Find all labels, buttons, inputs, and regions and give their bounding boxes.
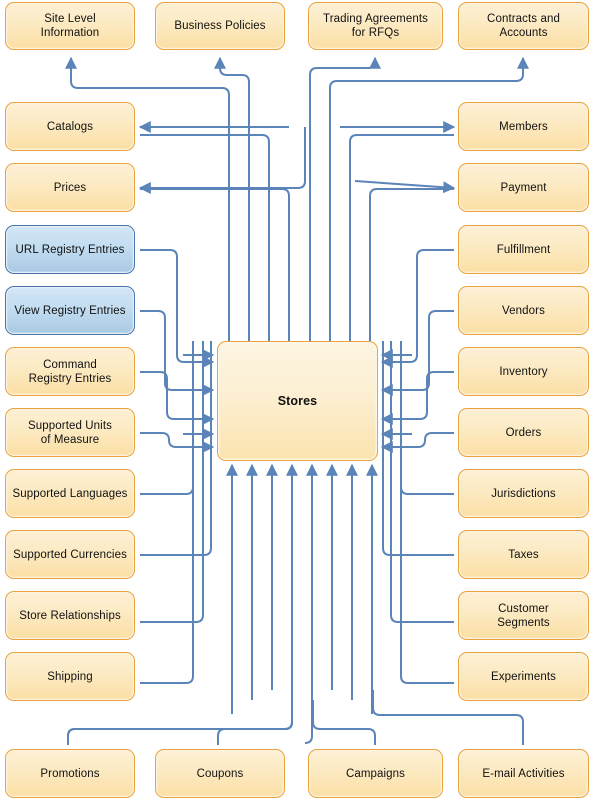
edge-inventory-to-hub <box>380 371 454 425</box>
edge-hub-top-riser-c <box>349 134 454 341</box>
node-taxes[interactable]: Taxes <box>458 530 589 579</box>
node-trading-agreements-for-rfqs-label: Trading Agreements for RFQs <box>323 13 428 39</box>
node-supported-languages[interactable]: Supported Languages <box>5 469 135 518</box>
node-url-registry-entries[interactable]: URL Registry Entries <box>5 225 135 274</box>
edge-customer-segments-to-hub <box>390 341 454 623</box>
node-shipping-label: Shipping <box>47 670 93 683</box>
node-supported-units-of-measure-label: Supported Units of Measure <box>28 419 112 446</box>
node-members-label: Members <box>499 120 548 133</box>
edge-supported-languages-to-hub <box>140 341 194 495</box>
edge-campaigns-to-hub <box>312 700 376 745</box>
edge-hub-top-riser-b <box>140 188 290 341</box>
edge-supported-currencies-to-hub <box>140 341 212 556</box>
node-customer-segments-label: Customer Segments <box>497 602 550 629</box>
node-experiments-label: Experiments <box>490 670 556 683</box>
node-trading-agreements-for-rfqs[interactable]: Trading Agreements for RFQs <box>308 2 443 50</box>
edge-command-registry-entries-to-hub <box>140 371 215 425</box>
node-prices-label: Prices <box>53 181 87 194</box>
node-campaigns[interactable]: Campaigns <box>308 749 443 798</box>
node-command-registry-entries[interactable]: Command Registry Entries <box>5 347 135 396</box>
edge-orders-to-hub <box>380 432 454 453</box>
node-promotions[interactable]: Promotions <box>5 749 135 798</box>
node-campaigns-label: Campaigns <box>345 767 406 780</box>
node-inventory[interactable]: Inventory <box>458 347 589 396</box>
node-shipping[interactable]: Shipping <box>5 652 135 701</box>
node-catalogs-label: Catalogs <box>46 120 94 133</box>
edge-store-relationships-to-hub <box>140 341 204 623</box>
node-url-registry-entries-label: URL Registry Entries <box>15 243 125 256</box>
node-supported-units-of-measure[interactable]: Supported Units of Measure <box>5 408 135 457</box>
node-site-level-information[interactable]: Site Level Information <box>5 2 135 50</box>
node-view-registry-entries[interactable]: View Registry Entries <box>5 286 135 335</box>
node-store-relationships[interactable]: Store Relationships <box>5 591 135 640</box>
node-stores[interactable]: Stores <box>217 341 378 461</box>
node-coupons[interactable]: Coupons <box>155 749 285 798</box>
edge-hub-top-riser-a <box>140 134 270 341</box>
node-jurisdictions-label: Jurisdictions <box>491 487 556 500</box>
node-e-mail-activities[interactable]: E-mail Activities <box>458 749 589 798</box>
node-fulfillment-label: Fulfillment <box>496 243 551 256</box>
node-contracts-and-accounts-label: Contracts and Accounts <box>487 13 560 39</box>
edge-hub-top-riser-d <box>369 188 454 341</box>
node-business-policies[interactable]: Business Policies <box>155 2 285 50</box>
node-supported-currencies-label: Supported Currencies <box>13 548 127 561</box>
edge-vendors-to-hub <box>380 310 454 396</box>
node-payment[interactable]: Payment <box>458 163 589 212</box>
edge-coupons-to-hub <box>217 700 293 745</box>
edge-taxes-to-hub <box>382 341 454 556</box>
edge-fulfillment-to-hub <box>380 249 454 368</box>
node-catalogs[interactable]: Catalogs <box>5 102 135 151</box>
node-fulfillment[interactable]: Fulfillment <box>458 225 589 274</box>
node-site-level-information-label: Site Level Information <box>40 13 100 39</box>
node-e-mail-activities-label: E-mail Activities <box>482 767 565 780</box>
edge-experiments-to-hub <box>400 341 454 684</box>
node-promotions-label: Promotions <box>40 767 100 780</box>
node-supported-currencies[interactable]: Supported Currencies <box>5 530 135 579</box>
edge-hub-to-prices <box>138 127 306 194</box>
node-prices[interactable]: Prices <box>5 163 135 212</box>
edge-hub-to-business-policies <box>214 56 250 341</box>
edge-url-registry-entries-to-hub <box>140 249 215 368</box>
diagram-canvas: Stores Site Level Information Business Po… <box>0 0 594 800</box>
node-experiments[interactable]: Experiments <box>458 652 589 701</box>
node-command-registry-entries-label: Command Registry Entries <box>28 358 112 385</box>
node-customer-segments[interactable]: Customer Segments <box>458 591 589 640</box>
edge-jurisdictions-to-hub <box>400 341 454 495</box>
node-taxes-label: Taxes <box>508 548 539 561</box>
node-inventory-label: Inventory <box>499 365 548 378</box>
edge-supported-units-of-measure-to-hub <box>140 432 215 453</box>
edge-bottom-riser-5 <box>304 545 313 744</box>
node-coupons-label: Coupons <box>196 767 244 780</box>
node-orders-label: Orders <box>505 426 542 439</box>
node-store-relationships-label: Store Relationships <box>19 609 121 622</box>
node-view-registry-entries-label: View Registry Entries <box>14 304 126 317</box>
edge-view-registry-entries-to-hub <box>140 310 215 396</box>
node-payment-label: Payment <box>500 181 547 194</box>
node-orders[interactable]: Orders <box>458 408 589 457</box>
node-members[interactable]: Members <box>458 102 589 151</box>
node-jurisdictions[interactable]: Jurisdictions <box>458 469 589 518</box>
node-supported-languages-label: Supported Languages <box>12 487 128 500</box>
node-vendors[interactable]: Vendors <box>458 286 589 335</box>
edge-hub-to-payment <box>354 180 456 194</box>
edge-shipping-to-hub <box>140 341 194 684</box>
node-stores-label: Stores <box>277 394 318 408</box>
node-vendors-label: Vendors <box>502 304 545 317</box>
node-contracts-and-accounts[interactable]: Contracts and Accounts <box>458 2 589 50</box>
node-business-policies-label: Business Policies <box>174 20 266 32</box>
edge-hub-to-trading-agreements <box>309 56 381 341</box>
